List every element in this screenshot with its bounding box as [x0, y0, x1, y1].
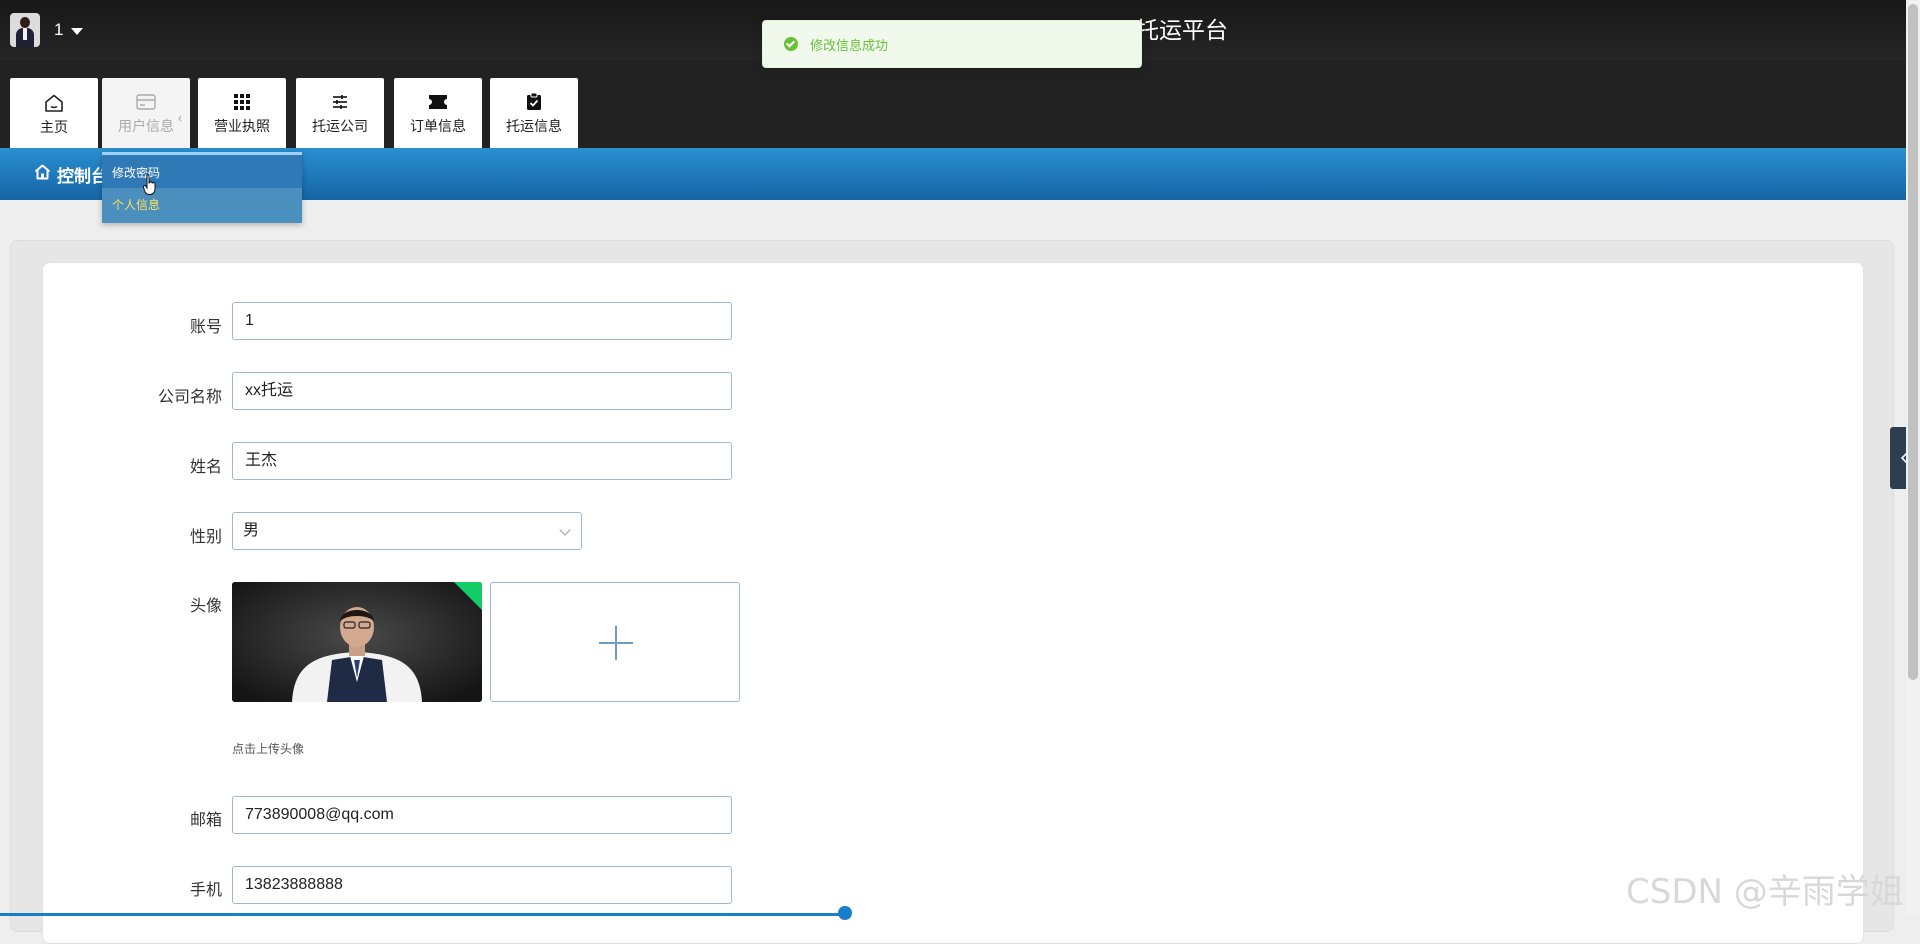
clipboard-check-icon	[527, 93, 541, 111]
email-field[interactable]: 773890008@qq.com	[232, 796, 732, 834]
breadcrumb-home-label: 控制台	[57, 167, 108, 186]
upload-tip: 点击上传头像	[232, 742, 305, 756]
avatar-thumbnail[interactable]	[232, 582, 482, 702]
nav-label: 主页	[40, 118, 68, 135]
user-avatar	[10, 13, 40, 47]
sliders-icon	[332, 93, 348, 111]
user-menu[interactable]: 1	[10, 12, 84, 48]
company-name-field[interactable]: xx托运	[232, 372, 732, 410]
nav-item-shipping-company[interactable]: 托运公司	[296, 78, 384, 148]
nav-label: 托运公司	[312, 117, 368, 134]
nav-bar: 主页 用户信息 ‹ 营业执照 托运公司 订单信息 托运信息	[0, 60, 1906, 150]
user-name: 1	[54, 20, 64, 39]
page-progress-indicator	[838, 906, 852, 920]
company-label: 公司名称	[157, 389, 222, 406]
nav-label: 托运信息	[506, 117, 562, 134]
breadcrumb-home[interactable]: 控制台	[34, 162, 108, 187]
nav-label: 营业执照	[214, 117, 270, 134]
chevron-left-icon: ‹	[178, 111, 182, 125]
name-field[interactable]: 王杰	[232, 442, 732, 480]
app-title: 托运平台	[1136, 17, 1228, 43]
chevron-down-icon	[559, 524, 571, 536]
user-info-submenu: 修改密码 个人信息	[102, 152, 302, 223]
nav-label: 订单信息	[410, 117, 466, 134]
email-label: 邮箱	[189, 812, 222, 829]
phone-label: 手机	[189, 882, 222, 899]
account-label: 账号	[189, 319, 222, 336]
watermark: CSDN @辛雨学姐	[1626, 872, 1904, 912]
toast-message: 修改信息成功	[810, 37, 889, 53]
home-icon	[44, 94, 64, 112]
grid-icon	[234, 93, 250, 111]
gender-label: 性别	[189, 529, 222, 546]
uploaded-check-icon	[454, 582, 482, 610]
name-label: 姓名	[189, 459, 222, 476]
nav-item-order-info[interactable]: 订单信息	[394, 78, 482, 148]
user-card-icon	[136, 93, 156, 111]
account-field[interactable]: 1	[232, 302, 732, 340]
home-icon	[34, 164, 51, 185]
scrollbar-thumb[interactable]	[1908, 4, 1918, 680]
ticket-icon	[429, 93, 447, 111]
nav-item-user-info[interactable]: 用户信息 ‹	[102, 78, 190, 148]
nav-item-shipping-info[interactable]: 托运信息	[490, 78, 578, 148]
avatar-photo	[232, 582, 482, 702]
nav-item-business-license[interactable]: 营业执照	[198, 78, 286, 148]
nav-label: 用户信息	[118, 117, 174, 134]
plus-icon	[599, 626, 633, 660]
gender-select[interactable]: 男	[232, 512, 582, 550]
avatar-label: 头像	[189, 598, 222, 615]
success-toast: 修改信息成功	[762, 20, 1142, 68]
phone-field[interactable]: 13823888888	[232, 866, 732, 904]
caret-down-icon	[71, 27, 84, 35]
submenu-item-personal-info[interactable]: 个人信息	[112, 197, 160, 213]
success-check-icon	[784, 37, 798, 51]
gender-value: 男	[243, 522, 260, 539]
hand-cursor-icon	[143, 174, 156, 195]
nav-item-home[interactable]: 主页	[10, 78, 98, 150]
upload-avatar-button[interactable]	[490, 582, 740, 702]
